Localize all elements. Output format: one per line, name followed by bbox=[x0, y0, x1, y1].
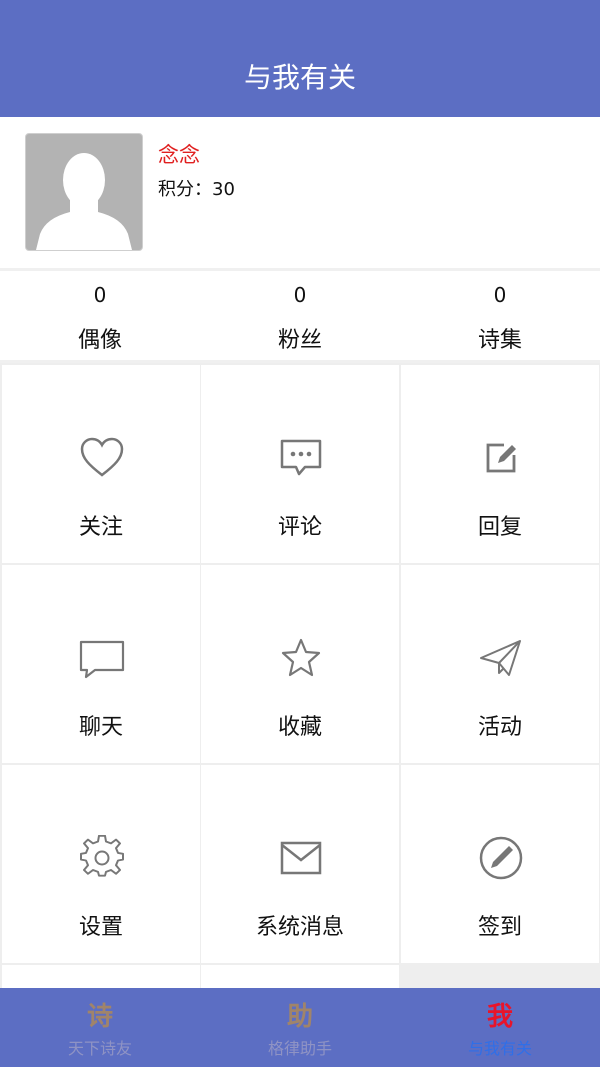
stat-idols[interactable]: 0 偶像 bbox=[0, 271, 200, 360]
stat-label: 诗集 bbox=[477, 328, 522, 353]
menu-item-checkin[interactable]: 签到 bbox=[401, 765, 599, 963]
tab-me[interactable]: 我 与我有关 bbox=[400, 988, 600, 1067]
menu-item-label: 活动 bbox=[477, 715, 522, 740]
app-header: 与我有关 bbox=[0, 0, 600, 117]
menu-item-chat[interactable]: 聊天 bbox=[2, 565, 200, 763]
tab-assistant[interactable]: 助 格律助手 bbox=[200, 988, 400, 1067]
stat-value: 0 bbox=[93, 283, 107, 307]
menu-item-comments[interactable]: 评论 bbox=[201, 365, 399, 563]
user-nickname: 念念 bbox=[158, 143, 200, 167]
stat-label: 偶像 bbox=[77, 328, 122, 353]
avatar[interactable] bbox=[25, 133, 143, 251]
comment-icon bbox=[280, 439, 322, 476]
menu-item-replies[interactable]: 回复 bbox=[401, 365, 599, 563]
menu-item-label: 系统消息 bbox=[255, 915, 344, 940]
menu-item-system-messages[interactable]: 系统消息 bbox=[201, 765, 399, 963]
default-user-icon bbox=[36, 153, 132, 250]
bottom-tab-bar: 诗 天下诗友 助 格律助手 我 与我有关 bbox=[0, 988, 600, 1067]
menu-grid: 关注 评论 回复 聊天 收藏 活动 设置 系统消息 签到 bbox=[0, 363, 600, 988]
menu-item-settings[interactable]: 设置 bbox=[2, 765, 200, 963]
pen-circle-icon bbox=[479, 836, 523, 880]
paper-plane-icon bbox=[480, 640, 521, 676]
tab-glyph: 诗 bbox=[86, 1002, 113, 1032]
menu-item-follow[interactable]: 关注 bbox=[2, 365, 200, 563]
stats-bar: 0 偶像 0 粉丝 0 诗集 bbox=[0, 271, 600, 360]
menu-item-label: 聊天 bbox=[78, 715, 123, 740]
tab-glyph: 我 bbox=[486, 1002, 513, 1032]
page-title: 与我有关 bbox=[243, 60, 356, 94]
tab-glyph: 助 bbox=[286, 1002, 313, 1032]
stat-value: 0 bbox=[293, 283, 307, 307]
menu-item-label: 回复 bbox=[477, 515, 522, 540]
tab-label: 天下诗友 bbox=[67, 1039, 132, 1058]
tab-poets[interactable]: 诗 天下诗友 bbox=[0, 988, 200, 1067]
tab-label: 与我有关 bbox=[467, 1039, 532, 1058]
tab-label: 格律助手 bbox=[267, 1039, 332, 1058]
menu-item-activities[interactable]: 活动 bbox=[401, 565, 599, 763]
stat-fans[interactable]: 0 粉丝 bbox=[200, 271, 400, 360]
menu-item-label: 评论 bbox=[277, 515, 322, 540]
menu-item-label: 签到 bbox=[477, 915, 522, 940]
menu-item-empty bbox=[201, 965, 399, 988]
stat-collections[interactable]: 0 诗集 bbox=[400, 271, 600, 360]
profile-card[interactable]: 念念 积分：30 bbox=[0, 117, 600, 268]
menu-item-label: 关注 bbox=[78, 515, 123, 540]
menu-item-favorites[interactable]: 收藏 bbox=[201, 565, 399, 763]
chat-icon bbox=[79, 640, 125, 679]
user-points: 积分：30 bbox=[158, 179, 235, 200]
mail-icon bbox=[280, 841, 322, 875]
heart-icon bbox=[80, 437, 124, 477]
stat-value: 0 bbox=[493, 283, 507, 307]
stat-label: 粉丝 bbox=[277, 328, 322, 353]
menu-item-label: 收藏 bbox=[277, 715, 322, 740]
menu-item-label: 设置 bbox=[78, 915, 123, 940]
star-icon bbox=[281, 638, 321, 677]
menu-item-empty bbox=[2, 965, 200, 988]
gear-icon bbox=[80, 835, 124, 877]
edit-icon bbox=[486, 443, 516, 473]
